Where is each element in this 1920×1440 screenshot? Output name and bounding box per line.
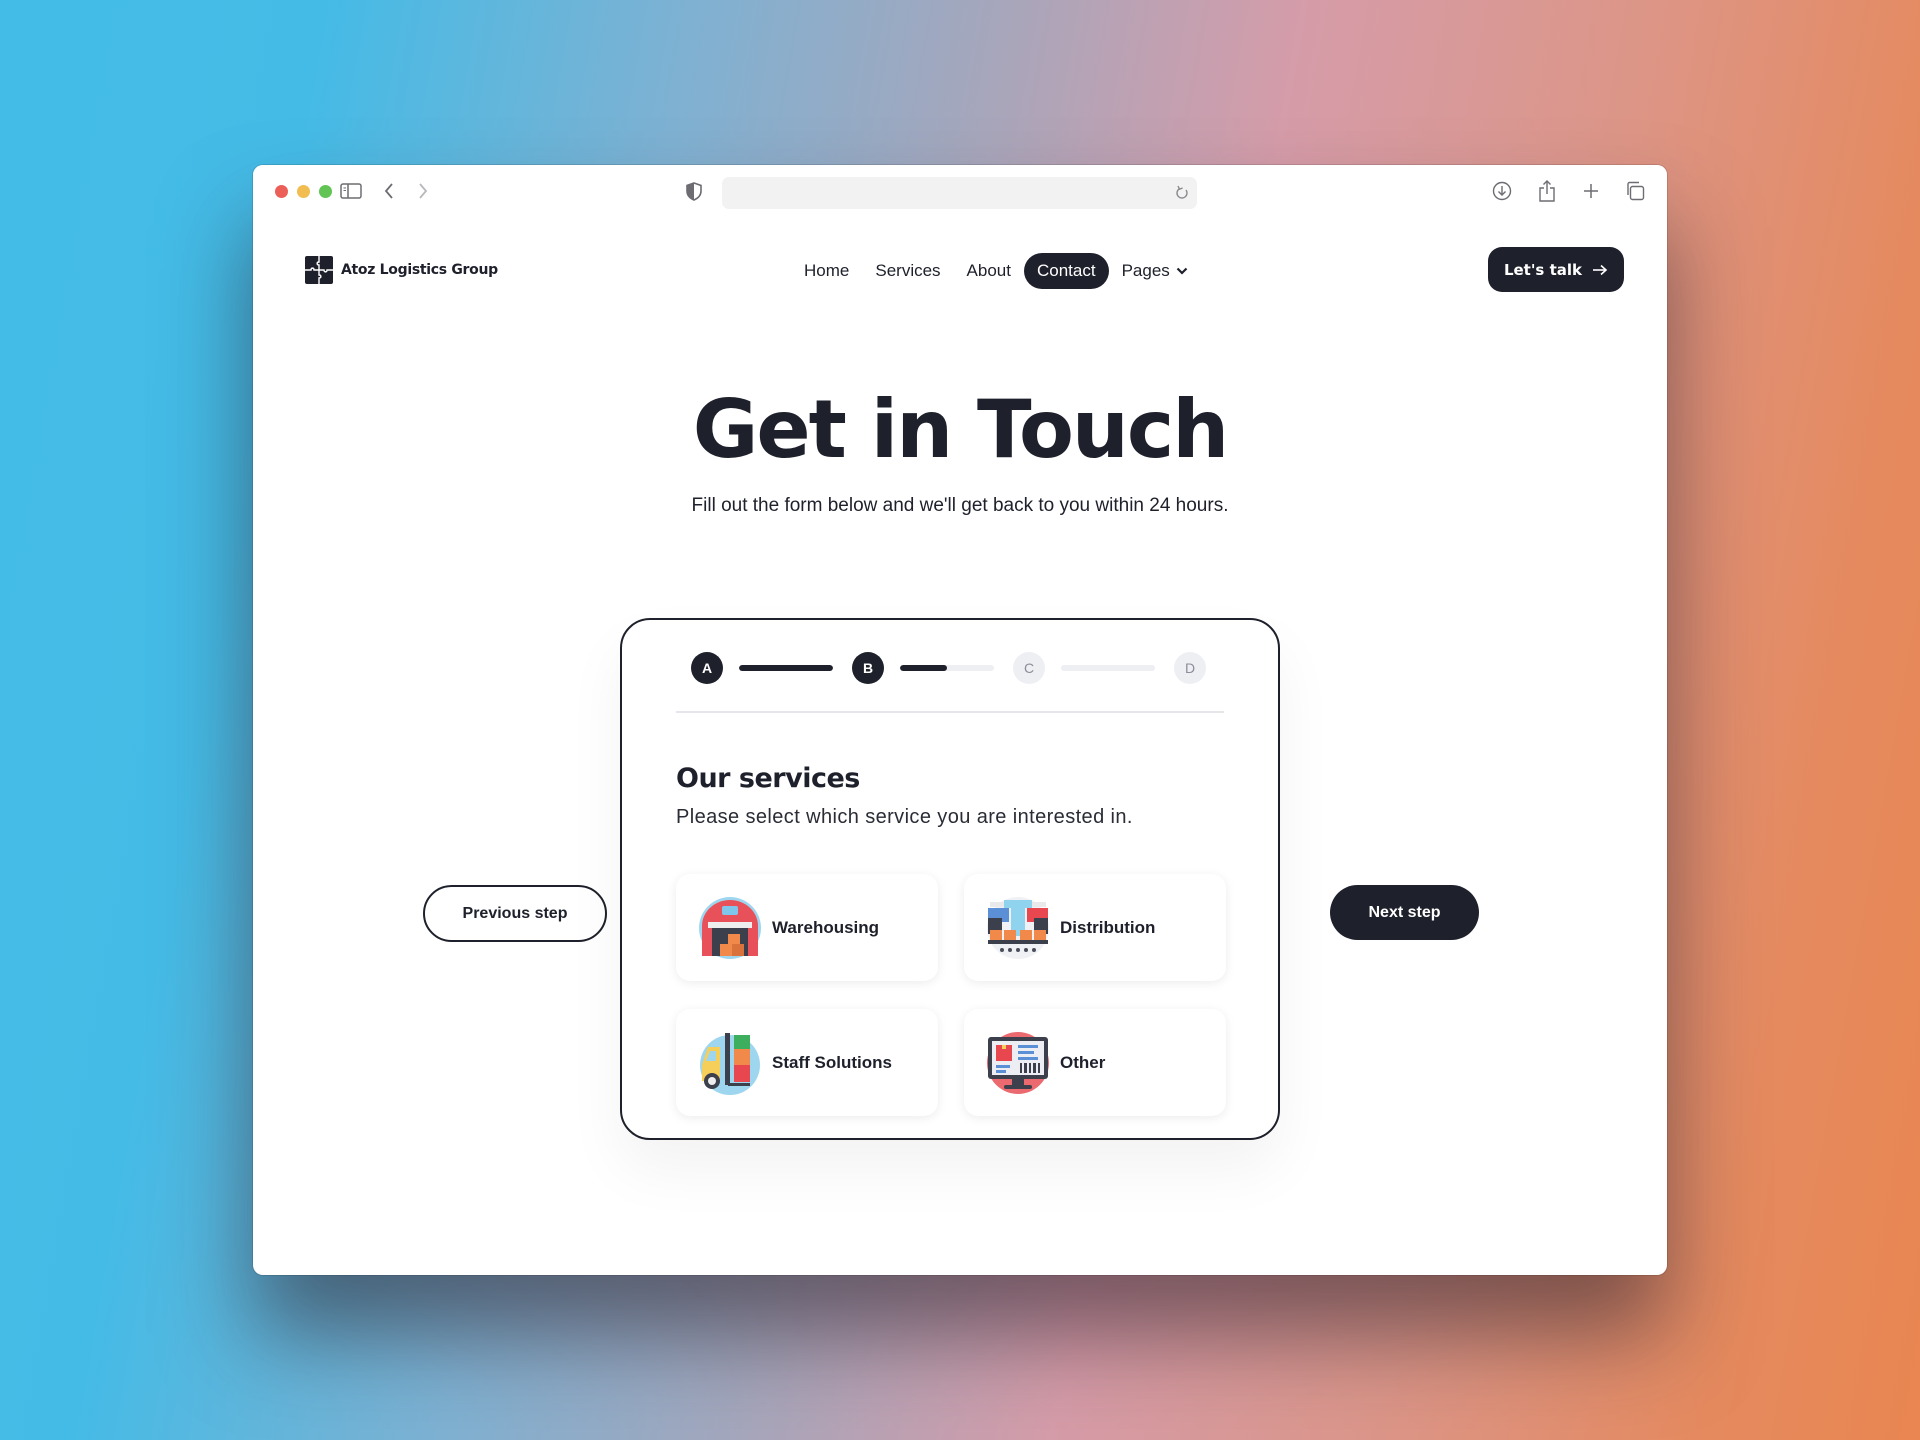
brand-logo[interactable]: Atoz Logistics Group — [305, 256, 498, 284]
form-divider — [676, 711, 1224, 713]
step-connector-bc-fill — [900, 665, 947, 671]
lets-talk-button[interactable]: Let's talk — [1487, 247, 1624, 292]
back-icon[interactable] — [379, 179, 399, 203]
nav-home[interactable]: Home — [791, 253, 862, 289]
previous-step-label: Previous step — [462, 904, 568, 922]
nav-about-label: About — [966, 261, 1011, 280]
service-option-other[interactable]: Other — [964, 1009, 1226, 1116]
step-b[interactable]: B — [852, 652, 884, 684]
nav-services-label: Services — [875, 261, 941, 280]
new-tab-icon[interactable] — [1579, 179, 1603, 203]
maximize-window-button[interactable] — [319, 185, 332, 198]
puzzle-logo-icon — [305, 256, 333, 284]
nav-services[interactable]: Services — [862, 253, 953, 289]
arrow-right-icon — [1593, 264, 1608, 275]
nav-home-label: Home — [804, 261, 850, 280]
step-connector-bc — [900, 665, 994, 671]
next-step-button[interactable]: Next step — [1330, 885, 1479, 940]
browser-toolbar — [253, 165, 1667, 217]
section-title: Our services — [676, 763, 860, 794]
nav-pages-dropdown[interactable]: Pages — [1109, 253, 1201, 289]
step-b-label: B — [862, 660, 874, 676]
main-menu: Home Services About Contact Pages — [791, 253, 1201, 289]
step-a[interactable]: A — [691, 652, 723, 684]
lets-talk-label: Let's talk — [1503, 260, 1582, 279]
browser-window: Atoz Logistics Group Home Services About… — [253, 165, 1667, 1275]
address-bar[interactable] — [722, 177, 1197, 209]
warehouse-icon — [699, 896, 761, 959]
minimize-window-button[interactable] — [297, 185, 310, 198]
sidebar-icon[interactable] — [339, 179, 363, 203]
distribution-conveyor-icon — [987, 896, 1049, 959]
reload-icon[interactable] — [1175, 184, 1189, 207]
step-c-label: C — [1023, 660, 1035, 676]
step-a-label: A — [701, 660, 713, 676]
distribution-label: Distribution — [1060, 917, 1156, 937]
forward-icon[interactable] — [413, 179, 433, 203]
site-header: Atoz Logistics Group Home Services About… — [253, 217, 1667, 297]
next-step-label: Next step — [1368, 903, 1441, 921]
step-progress: A B C D — [691, 652, 1231, 686]
forklift-icon — [700, 1032, 760, 1095]
service-option-staff-solutions[interactable]: Staff Solutions — [676, 1009, 938, 1116]
step-connector-ab — [739, 665, 833, 671]
service-option-warehousing[interactable]: Warehousing — [676, 874, 938, 981]
step-connector-cd — [1061, 665, 1155, 671]
page-subtitle: Fill out the form below and we'll get ba… — [691, 495, 1229, 516]
nav-pages-label: Pages — [1121, 261, 1170, 280]
staff-solutions-label: Staff Solutions — [772, 1052, 892, 1072]
step-c[interactable]: C — [1013, 652, 1045, 684]
tab-overview-icon[interactable] — [1623, 179, 1647, 203]
nav-contact[interactable]: Contact — [1023, 253, 1109, 289]
service-option-distribution[interactable]: Distribution — [964, 874, 1226, 981]
contact-form-card: A B C D Our services Please select which… — [620, 618, 1280, 1140]
section-subtitle: Please select which service you are inte… — [676, 806, 1133, 828]
monitor-icon — [987, 1031, 1049, 1094]
step-d[interactable]: D — [1174, 652, 1206, 684]
page-title: Get in Touch — [692, 383, 1229, 476]
nav-about[interactable]: About — [954, 253, 1024, 289]
step-d-label: D — [1184, 660, 1196, 676]
privacy-shield-icon[interactable] — [684, 179, 704, 203]
warehousing-label: Warehousing — [772, 917, 880, 937]
brand-name: Atoz Logistics Group — [341, 262, 498, 278]
nav-contact-label: Contact — [1036, 261, 1096, 280]
share-icon[interactable] — [1535, 179, 1559, 203]
step-connector-ab-fill — [739, 665, 833, 671]
previous-step-button[interactable]: Previous step — [423, 885, 607, 942]
download-icon[interactable] — [1490, 179, 1514, 203]
other-label: Other — [1060, 1052, 1106, 1072]
chevron-down-icon — [1176, 267, 1188, 275]
close-window-button[interactable] — [275, 185, 288, 198]
